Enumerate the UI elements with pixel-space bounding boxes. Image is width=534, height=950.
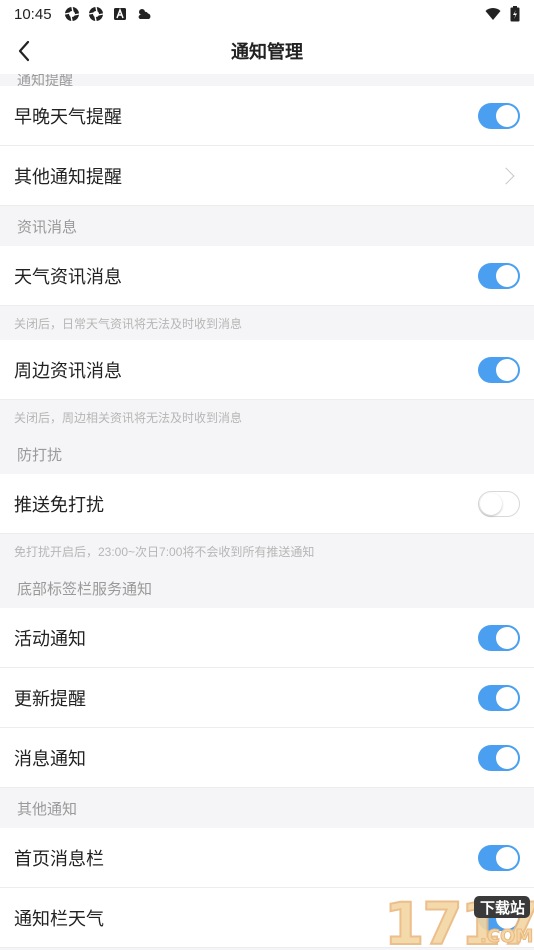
chevron-left-icon xyxy=(18,40,30,62)
push-dnd-toggle[interactable] xyxy=(478,490,520,517)
row-other-notify[interactable]: 其他通知提醒 xyxy=(0,146,534,206)
row-message: 消息通知 xyxy=(0,728,534,788)
chevron-right-icon xyxy=(497,167,515,184)
section-header-notify-reminders: 通知提醒 xyxy=(0,74,534,86)
notif-bar-weather-toggle[interactable] xyxy=(478,904,520,931)
back-button[interactable] xyxy=(10,36,38,66)
row-morning-weather: 早晚天气提醒 xyxy=(0,86,534,146)
row-label: 推送免打扰 xyxy=(14,494,104,515)
status-bar: 10:45 xyxy=(0,0,534,28)
row-label: 通知栏天气 xyxy=(14,908,104,929)
row-label: 天气资讯消息 xyxy=(14,266,122,287)
row-nearby-news: 周边资讯消息 xyxy=(0,340,534,400)
hint-push-dnd: 免打扰开启后，23:00~次日7:00将不会收到所有推送通知 xyxy=(0,534,534,568)
home-msg-bar-toggle[interactable] xyxy=(478,844,520,871)
section-header-other: 其他通知 xyxy=(0,788,534,828)
row-label: 其他通知提醒 xyxy=(14,166,122,187)
status-time: 10:45 xyxy=(14,5,52,23)
aperture-icon xyxy=(64,6,79,22)
nearby-news-toggle[interactable] xyxy=(478,356,520,383)
row-notif-bar-weather: 通知栏天气 xyxy=(0,888,534,948)
activity-toggle[interactable] xyxy=(478,624,520,651)
row-label: 周边资讯消息 xyxy=(14,360,122,381)
row-update: 更新提醒 xyxy=(0,668,534,728)
weather-news-toggle[interactable] xyxy=(478,262,520,289)
text-a-icon xyxy=(113,7,126,20)
row-weather-news: 天气资讯消息 xyxy=(0,246,534,306)
section-header-news: 资讯消息 xyxy=(0,206,534,246)
row-activity: 活动通知 xyxy=(0,608,534,668)
battery-icon xyxy=(510,6,520,22)
section-header-dnd: 防打扰 xyxy=(0,434,534,474)
row-push-dnd: 推送免打扰 xyxy=(0,474,534,534)
row-home-msg-bar: 首页消息栏 xyxy=(0,828,534,888)
row-label: 活动通知 xyxy=(14,628,86,649)
weather-cloud-icon xyxy=(138,9,150,19)
hint-nearby-news: 关闭后，周边相关资讯将无法及时收到消息 xyxy=(0,400,534,434)
hint-weather-news: 关闭后，日常天气资讯将无法及时收到消息 xyxy=(0,306,534,340)
aperture-icon xyxy=(88,6,103,22)
wifi-icon xyxy=(485,8,501,20)
row-label: 早晚天气提醒 xyxy=(14,106,122,127)
row-label: 消息通知 xyxy=(14,748,86,769)
morning-weather-toggle[interactable] xyxy=(478,102,520,129)
section-header-tabbar: 底部标签栏服务通知 xyxy=(0,568,534,608)
row-label: 首页消息栏 xyxy=(14,848,104,869)
row-label: 更新提醒 xyxy=(14,688,86,709)
message-toggle[interactable] xyxy=(478,744,520,771)
nav-bar: 通知管理 xyxy=(0,28,534,74)
settings-list[interactable]: 通知提醒 早晚天气提醒 其他通知提醒 资讯消息 天气资讯消息 关闭后，日常天气资… xyxy=(0,74,534,950)
page-title: 通知管理 xyxy=(231,42,303,62)
update-toggle[interactable] xyxy=(478,684,520,711)
